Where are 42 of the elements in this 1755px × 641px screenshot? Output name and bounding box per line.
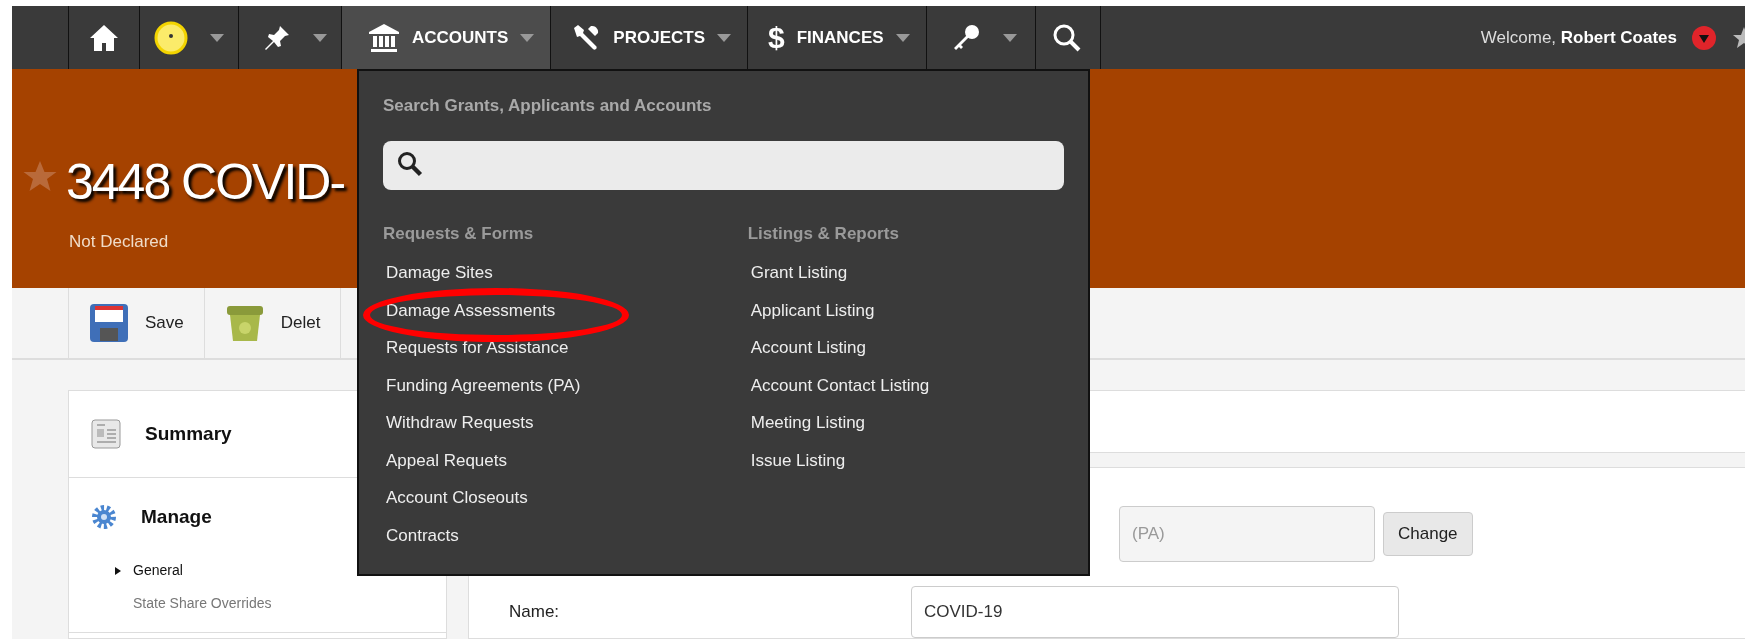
menu-link[interactable]: Damage Sites: [386, 263, 493, 282]
gear-icon: [91, 504, 117, 530]
search-icon: [1051, 22, 1082, 53]
trash-can-icon: [224, 303, 265, 343]
menu-link[interactable]: Funding Agreements (PA): [386, 375, 581, 395]
column-heading: Listings & Reports: [747, 222, 900, 245]
caret-icon: [115, 567, 121, 576]
section-title[interactable]: Manage: [141, 502, 212, 532]
menu-link[interactable]: Appeal Requets: [386, 450, 507, 470]
newspaper-icon: [91, 419, 121, 449]
field-label: Name:: [509, 601, 561, 624]
smiley-icon: [154, 20, 188, 55]
bank-icon: [368, 22, 400, 53]
change-button[interactable]: Change: [1383, 512, 1473, 556]
toolbar-button[interactable]: Delet: [204, 288, 342, 358]
menu-link[interactable]: Grant Listing: [750, 263, 848, 282]
section-title[interactable]: Summary: [145, 419, 232, 449]
pin-icon: [263, 23, 291, 52]
menu-heading: Search Grants, Applicants and Accounts: [383, 95, 713, 117]
menu-link[interactable]: Applicant Listing: [750, 300, 875, 320]
menu-link[interactable]: Damage Assessments: [386, 300, 556, 320]
page-title: 3448 COVID-: [66, 157, 345, 207]
column-heading: Requests & Forms: [383, 222, 535, 245]
menu-link[interactable]: Account Closeouts: [386, 488, 528, 507]
search-field[interactable]: [383, 140, 1064, 190]
page-subtitle: Not Declared: [69, 231, 170, 253]
sidebar-link[interactable]: State Share Overrides: [69, 589, 446, 622]
search-icon: [397, 151, 423, 179]
text-field[interactable]: COVID-19: [911, 586, 1399, 638]
menu-link[interactable]: Requests for Assistance: [386, 338, 569, 357]
toolbar-button[interactable]: Save: [68, 288, 205, 358]
menu-link[interactable]: Account Listing: [750, 338, 866, 357]
menu-link[interactable]: Account Contact Listing: [750, 375, 930, 395]
welcome-text: Welcome, Robert Coates: [1480, 26, 1677, 49]
alert-icon: [1691, 24, 1717, 51]
menu-link[interactable]: Meeting Listing: [750, 413, 866, 432]
nav-menu-button[interactable]: ACCOUNTS: [341, 6, 551, 69]
menu-link[interactable]: Contracts: [386, 525, 459, 545]
home-icon: [89, 23, 119, 52]
menu-link[interactable]: Withdraw Requests: [386, 413, 534, 432]
sidebar-link[interactable]: General: [69, 556, 446, 589]
menu-link[interactable]: Issue Listing: [750, 450, 846, 470]
